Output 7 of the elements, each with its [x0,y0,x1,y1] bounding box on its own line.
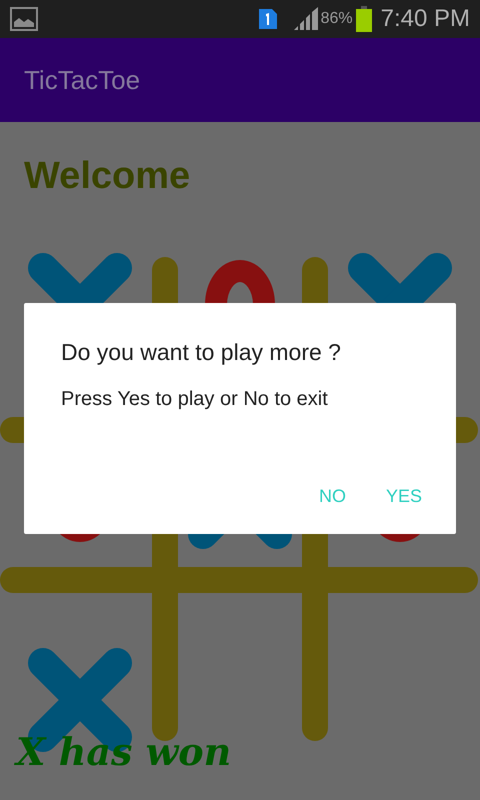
clock-time: 7:40 PM [380,4,470,34]
battery-percent: 86% [320,9,353,29]
dialog-title: Do you want to play more ? [61,338,342,367]
result-text: X has won [16,728,232,776]
heading: Welcome [24,155,190,197]
dialog-message: Press Yes to play or No to exit [61,386,329,412]
app-title: TicTacToe [24,64,140,96]
